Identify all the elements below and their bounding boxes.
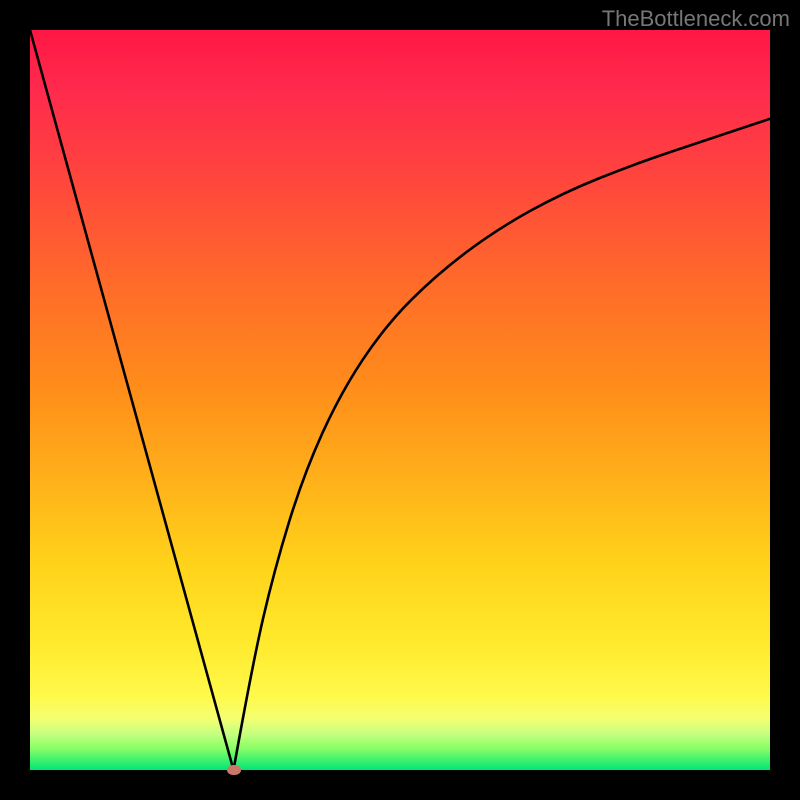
plot-area xyxy=(30,30,770,770)
bottleneck-curve xyxy=(30,30,770,770)
bottleneck-marker xyxy=(227,765,241,775)
chart-frame: TheBottleneck.com xyxy=(0,0,800,800)
curve-left-branch xyxy=(30,30,234,770)
watermark-text: TheBottleneck.com xyxy=(602,6,790,32)
curve-right-branch xyxy=(234,119,771,770)
